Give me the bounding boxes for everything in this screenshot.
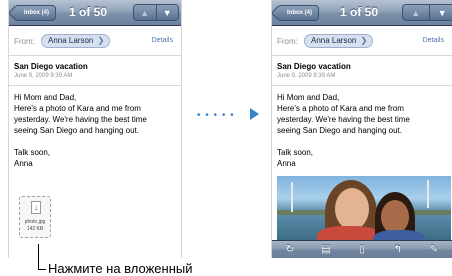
sender-chip[interactable]: Anna Larson ❯ [304,34,374,48]
next-message-button[interactable]: ▼ [429,5,452,20]
sender-name: Anna Larson [311,36,357,45]
message-subject: San Diego vacation [14,62,88,71]
compose-icon[interactable]: ✎ [424,244,444,255]
next-message-button[interactable]: ▼ [156,5,178,20]
folder-icon[interactable]: ▤ [316,244,336,255]
nav-bar: Inbox (4) 1 of 50 ▲ ▼ [272,0,452,26]
body-line: Talk soon, [14,148,51,157]
from-row: From: Anna Larson ❯ Details [272,26,452,56]
body-line: Here's a photo of Kara and me from [277,104,404,113]
body-line: Anna [277,159,296,168]
inbox-back-button[interactable]: Inbox (4) [14,5,56,21]
chevron-right-icon: ❯ [360,36,368,45]
phone-screen-after: Inbox (4) 1 of 50 ▲ ▼ From: Anna Larson ❯… [271,0,452,258]
body-line: seeing San Diego and hanging out. [14,126,139,135]
transition-dots: • • • • • [197,110,235,121]
body-line: Anna [14,159,33,168]
arrow-right-icon [250,108,259,120]
attachment-size: 142 KB [26,226,44,232]
message-subject: San Diego vacation [277,62,351,71]
details-link[interactable]: Details [152,37,173,44]
from-label: From: [277,37,298,46]
previous-message-button[interactable]: ▲ [134,5,157,20]
from-row: From: Anna Larson ❯ Details [9,26,181,56]
body-line: yesterday. We're having the best time [277,115,410,124]
reply-icon[interactable]: ↰ [388,244,408,255]
from-label: From: [14,37,35,46]
callout-tick [38,269,46,270]
previous-message-button[interactable]: ▲ [403,5,430,20]
callout-line [38,244,39,270]
attachment-name: photo.jpg [24,219,46,225]
sender-chip[interactable]: Anna Larson ❯ [41,34,111,48]
refresh-icon[interactable]: ↻ [280,244,300,255]
message-body: Hi Mom and Dad, Here's a photo of Kara a… [14,92,147,169]
sender-name: Anna Larson [48,36,94,45]
body-line: yesterday. We're having the best time [14,115,147,124]
message-toolbar: ↻ ▤ ▯ ↰ ✎ [272,240,452,258]
body-line: Here's a photo of Kara and me from [14,104,141,113]
message-counter: 1 of 50 [340,5,379,19]
body-line: seeing San Diego and hanging out. [277,126,402,135]
message-date: June 9, 2009 9:39 AM [277,73,336,79]
body-line: Hi Mom and Dad, [277,93,340,102]
message-counter: 1 of 50 [69,5,108,19]
trash-icon[interactable]: ▯ [352,244,372,255]
attached-photo[interactable] [277,176,451,240]
inbox-back-button[interactable]: Inbox (4) [277,5,319,21]
message-date: June 9, 2009 9:39 AM [14,73,73,79]
download-icon: ↓ [31,201,41,214]
body-line: Hi Mom and Dad, [14,93,77,102]
callout-caption: Нажмите на вложенный [48,261,193,276]
subject-block: San Diego vacation June 9, 2009 9:39 AM [272,56,452,86]
details-link[interactable]: Details [423,37,444,44]
body-line: Talk soon, [277,148,314,157]
phone-screen-before: Inbox (4) 1 of 50 ▲ ▼ From: Anna Larson ❯… [8,0,182,258]
message-body: Hi Mom and Dad, Here's a photo of Kara a… [277,92,410,169]
subject-block: San Diego vacation June 9, 2009 9:39 AM [9,56,181,86]
message-nav-control: ▲ ▼ [133,4,179,21]
nav-bar: Inbox (4) 1 of 50 ▲ ▼ [9,0,181,26]
chevron-right-icon: ❯ [97,36,105,45]
message-nav-control: ▲ ▼ [402,4,452,21]
attachment-placeholder[interactable]: ↓ photo.jpg 142 KB [19,196,51,238]
